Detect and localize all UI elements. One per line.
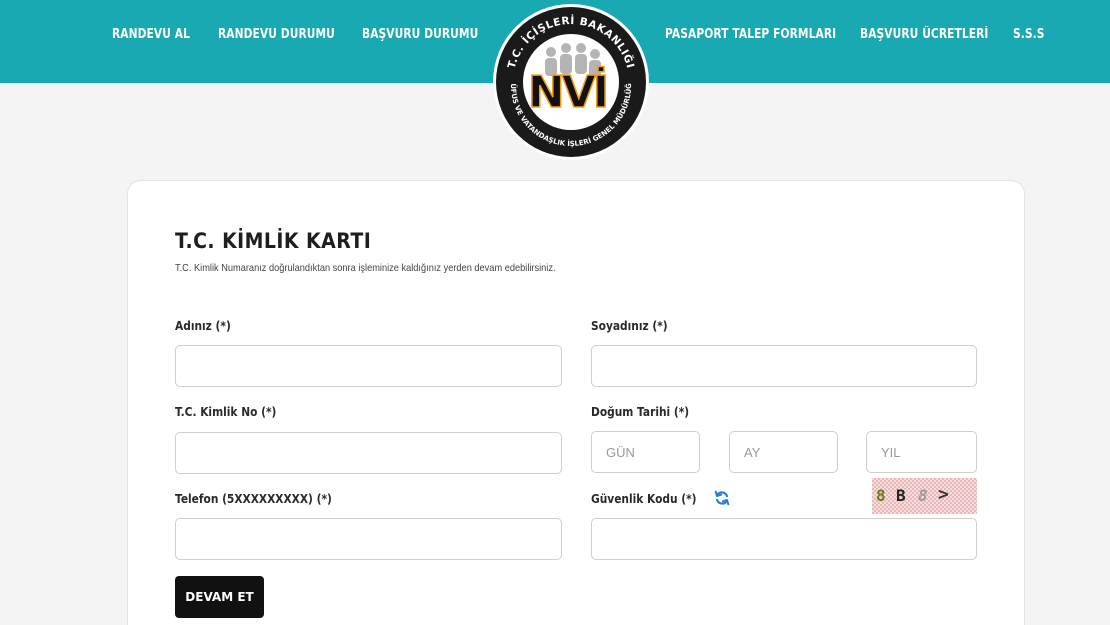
form-subtitle: T.C. Kimlik Numaranız doğrulandıktan son…	[175, 262, 556, 274]
security-code-label: Güvenlik Kodu (*)	[591, 491, 697, 506]
nav-sss[interactable]: S.S.S	[1013, 27, 1045, 42]
birth-day-input[interactable]	[591, 431, 700, 473]
form-title: T.C. KİMLİK KARTI	[175, 229, 372, 253]
captcha-char: 8	[876, 486, 886, 505]
captcha-char: 8	[918, 486, 928, 505]
first-name-label: Adınız (*)	[175, 318, 231, 333]
nvi-logo[interactable]: T.C. İÇİŞLERİ BAKANLIĞI NÜFUS VE VATANDA…	[491, 2, 651, 162]
nav-randevu-durumu[interactable]: RANDEVU DURUMU	[218, 27, 335, 42]
tc-number-label: T.C. Kimlik No (*)	[175, 404, 277, 419]
captcha-char: B	[896, 486, 906, 505]
captcha-char: >	[938, 484, 949, 505]
nav-pasaport-talep-formlari[interactable]: PASAPORT TALEP FORMLARI	[665, 27, 836, 42]
nav-basvuru-durumu[interactable]: BAŞVURU DURUMU	[362, 27, 478, 42]
nav-randevu-al[interactable]: RANDEVU AL	[112, 27, 190, 42]
birth-month-input[interactable]	[729, 431, 838, 473]
captcha-image: 8 B 8 >	[872, 478, 977, 514]
continue-button[interactable]: DEVAM ET	[175, 576, 264, 618]
last-name-input[interactable]	[591, 345, 977, 387]
phone-input[interactable]	[175, 518, 562, 560]
logo-mark: NVİ	[528, 65, 606, 118]
birth-date-label: Doğum Tarihi (*)	[591, 404, 690, 419]
security-code-input[interactable]	[591, 518, 977, 560]
first-name-input[interactable]	[175, 345, 562, 387]
refresh-captcha-icon[interactable]	[713, 489, 731, 507]
birth-year-input[interactable]	[866, 431, 977, 473]
tc-number-input[interactable]	[175, 432, 562, 474]
nav-basvuru-ucretleri[interactable]: BAŞVURU ÜCRETLERİ	[860, 27, 988, 42]
phone-label: Telefon (5XXXXXXXXX) (*)	[175, 491, 332, 506]
last-name-label: Soyadınız (*)	[591, 318, 668, 333]
